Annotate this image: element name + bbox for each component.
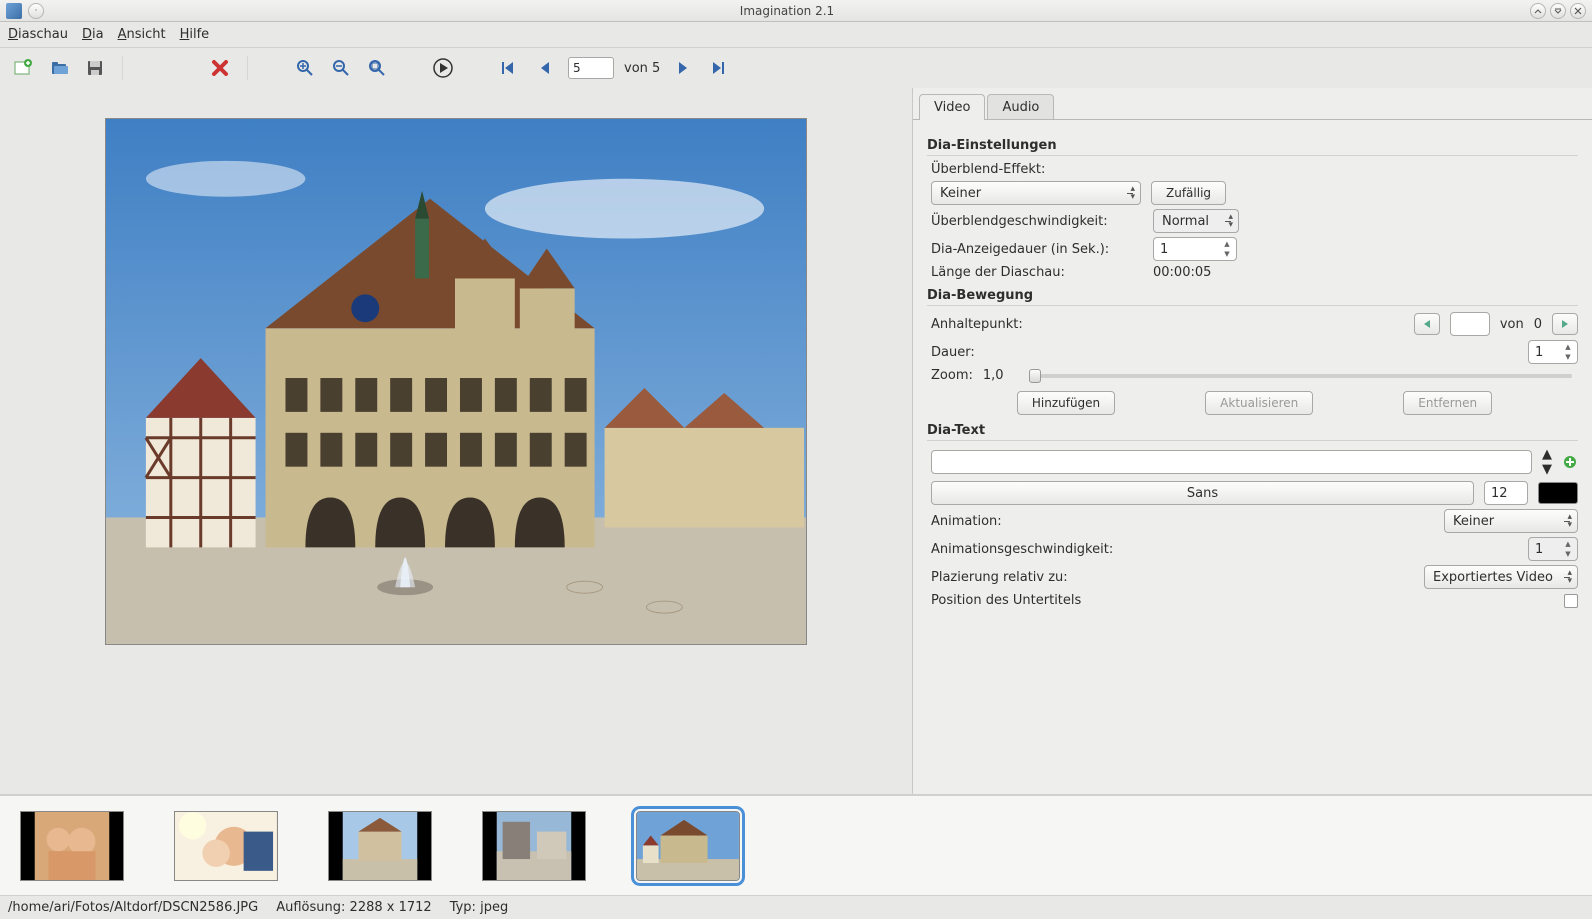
- menubar: Diaschau Dia Ansicht Hilfe: [0, 22, 1592, 48]
- stop-next-button[interactable]: [1552, 313, 1578, 335]
- preview-image[interactable]: [105, 118, 807, 645]
- remove-point-button: Entfernen: [1403, 391, 1492, 415]
- subtitle-text-input[interactable]: [931, 450, 1532, 474]
- menu-hilfe[interactable]: Hilfe: [180, 27, 210, 42]
- length-label: Länge der Diaschau:: [931, 265, 1143, 280]
- anim-speed-spinbox: 1▲▼: [1528, 537, 1578, 561]
- first-slide-icon[interactable]: [496, 55, 522, 81]
- font-size-spinbox[interactable]: 12: [1484, 481, 1528, 505]
- tab-audio[interactable]: Audio: [987, 94, 1054, 120]
- speed-label: Überblendgeschwindigkeit:: [931, 214, 1143, 229]
- maximize-button[interactable]: [1550, 3, 1566, 19]
- animation-label: Animation:: [931, 514, 1002, 529]
- new-slideshow-icon[interactable]: [10, 55, 36, 81]
- placement-combo[interactable]: Exportiertes Video▴▾: [1424, 565, 1578, 589]
- thumbnail-1[interactable]: [20, 811, 124, 881]
- window-titlebar: · Imagination 2.1: [0, 0, 1592, 22]
- zoom-out-icon[interactable]: [328, 55, 354, 81]
- open-icon[interactable]: [46, 55, 72, 81]
- window-title: Imagination 2.1: [44, 4, 1530, 18]
- slide-number-input[interactable]: [568, 57, 614, 79]
- statusbar: /home/ari/Fotos/Altdorf/DSCN2586.JPG Auf…: [0, 895, 1592, 919]
- prev-slide-icon[interactable]: [532, 55, 558, 81]
- save-icon[interactable]: [82, 55, 108, 81]
- slide-of-label: von 5: [624, 61, 660, 76]
- section-slide-movement: Dia-Bewegung: [927, 288, 1578, 306]
- movement-duration-label: Dauer:: [931, 345, 975, 360]
- stop-total: 0: [1534, 317, 1542, 332]
- stop-prev-button[interactable]: [1414, 313, 1440, 335]
- zoom-in-icon[interactable]: [292, 55, 318, 81]
- zoom-label: Zoom:: [931, 368, 973, 383]
- thumbnail-strip: [0, 795, 1592, 895]
- app-icon: [6, 3, 22, 19]
- speed-combo: Normal▴▾: [1153, 209, 1239, 233]
- window-menu-button[interactable]: ·: [28, 3, 44, 19]
- placement-label: Plazierung relativ zu:: [931, 570, 1068, 585]
- tab-video[interactable]: Video: [919, 94, 985, 120]
- length-value: 00:00:05: [1153, 265, 1211, 280]
- duration-spinbox[interactable]: 1▲▼: [1153, 237, 1237, 261]
- random-button[interactable]: Zufällig: [1151, 181, 1226, 205]
- toolbar: von 5: [0, 48, 1592, 88]
- section-slide-settings: Dia-Einstellungen: [927, 138, 1578, 156]
- thumbnail-4[interactable]: [482, 811, 586, 881]
- section-slide-text: Dia-Text: [927, 423, 1578, 441]
- right-panel: Video Audio Dia-Einstellungen Überblend-…: [912, 88, 1592, 794]
- duration-label: Dia-Anzeigedauer (in Sek.):: [931, 242, 1143, 257]
- text-spinner-icon[interactable]: ▲▼: [1542, 447, 1552, 477]
- status-resolution: Auflösung: 2288 x 1712: [276, 900, 431, 915]
- position-checkbox[interactable]: [1564, 594, 1578, 608]
- stop-point-label: Anhaltepunkt:: [931, 317, 1023, 332]
- stop-point-input[interactable]: [1450, 312, 1490, 336]
- last-slide-icon[interactable]: [706, 55, 732, 81]
- delete-icon[interactable]: [207, 55, 233, 81]
- menu-diaschau[interactable]: Diaschau: [8, 27, 68, 42]
- zoom-fit-icon[interactable]: [364, 55, 390, 81]
- effect-label: Überblend-Effekt:: [931, 162, 1045, 177]
- play-icon[interactable]: [430, 55, 456, 81]
- font-button[interactable]: Sans: [931, 481, 1474, 505]
- thumbnail-2[interactable]: [174, 811, 278, 881]
- stop-of-label: von: [1500, 317, 1524, 332]
- animation-combo[interactable]: Keiner▴▾: [1444, 509, 1578, 533]
- thumbnail-5[interactable]: [636, 811, 740, 881]
- status-path: /home/ari/Fotos/Altdorf/DSCN2586.JPG: [8, 900, 258, 915]
- minimize-button[interactable]: [1530, 3, 1546, 19]
- zoom-slider[interactable]: [1029, 374, 1572, 378]
- anim-speed-label: Animationsgeschwindigkeit:: [931, 542, 1113, 557]
- status-type: Typ: jpeg: [450, 900, 509, 915]
- next-slide-icon[interactable]: [670, 55, 696, 81]
- menu-dia[interactable]: Dia: [82, 27, 104, 42]
- font-color-button[interactable]: [1538, 482, 1578, 504]
- zoom-value: 1,0: [983, 368, 1013, 383]
- preview-pane: [0, 88, 912, 794]
- update-point-button: Aktualisieren: [1205, 391, 1313, 415]
- position-label: Position des Untertitels: [931, 593, 1081, 608]
- movement-duration-spinbox[interactable]: 1▲▼: [1528, 340, 1578, 364]
- close-button[interactable]: [1570, 3, 1586, 19]
- thumbnail-3[interactable]: [328, 811, 432, 881]
- add-point-button[interactable]: Hinzufügen: [1017, 391, 1115, 415]
- menu-ansicht[interactable]: Ansicht: [118, 27, 166, 42]
- add-text-icon[interactable]: [1562, 454, 1578, 470]
- effect-combo[interactable]: Keiner▴▾: [931, 181, 1141, 205]
